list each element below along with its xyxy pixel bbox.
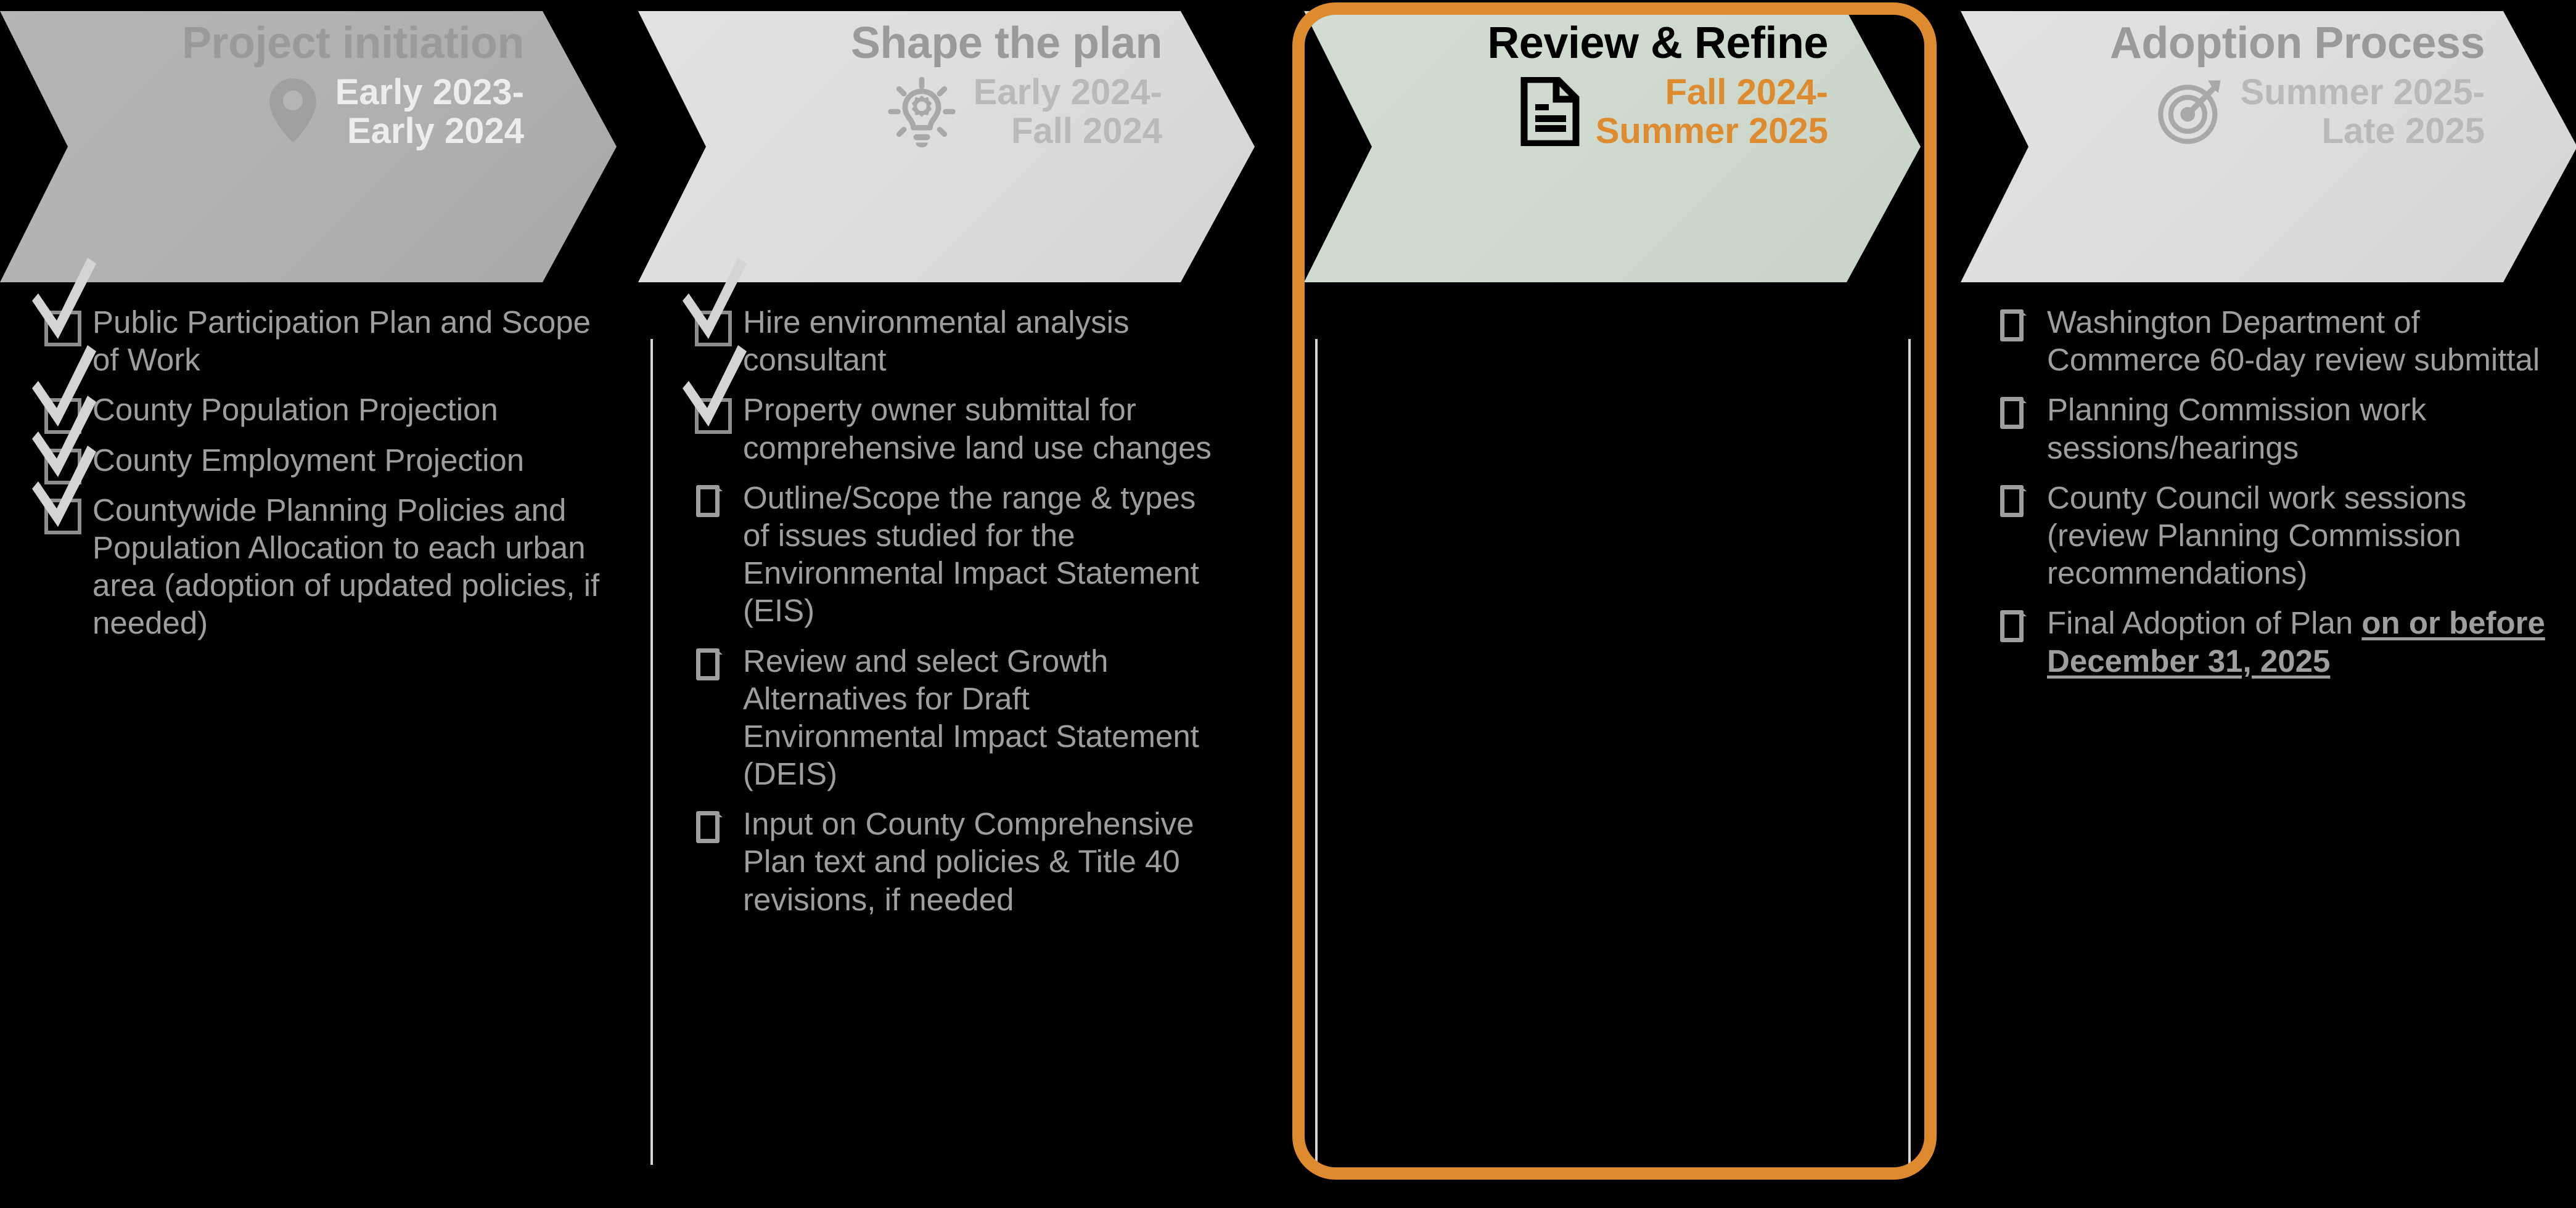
checklist-item[interactable]: Outline/Scope the range & types of issue… [687, 478, 1218, 630]
phase-banner-review-and-refine[interactable]: Review & Refine Fall 2024- Summer 2025 [1304, 11, 1921, 282]
checked-checkbox-icon [683, 345, 747, 435]
checklist: Hire environmental analysis consultant Pr… [683, 258, 1218, 929]
checkmark-icon [32, 445, 96, 527]
checked-checkbox-icon [683, 258, 747, 346]
checklist: Washington Department of Commerce 60-day… [1991, 302, 2559, 691]
column-divider [650, 339, 653, 1165]
phase-title: Review & Refine [1487, 18, 1828, 68]
checklist-item[interactable]: Input on County Comprehensive Plan text … [687, 804, 1218, 918]
phase-banner-project-initiation[interactable]: Project initiation Early 2023- Early 202… [0, 11, 617, 282]
phase-banner-shape-the-plan[interactable]: Shape the plan Early 2024- Fall 2024 [638, 11, 1255, 282]
unchecked-checkbox-icon [1991, 603, 2040, 643]
phase-title: Project initiation [181, 18, 525, 68]
checklist-item-label: Review and select Growth Alternatives fo… [743, 643, 1199, 792]
checklist-item-label: County Population Projection [92, 392, 498, 428]
phase-dates: Early 2024- Fall 2024 [973, 72, 1162, 152]
unchecked-checkbox-icon [687, 804, 736, 844]
checkmark-icon [683, 258, 747, 339]
checklist-item[interactable]: Final Adoption of Plan on or before Dece… [1991, 603, 2559, 679]
unchecked-checkbox-icon [1991, 302, 2040, 341]
timeline-infographic: Project initiation Early 2023- Early 202… [0, 0, 2576, 1208]
checklist-item[interactable]: County Council work sessions (review Pla… [1991, 478, 2559, 592]
checklist-item[interactable]: Public Participation Plan and Scope of W… [32, 258, 609, 378]
checklist-item-label: Public Participation Plan and Scope of W… [92, 304, 591, 378]
checklist-item[interactable]: Washington Department of Commerce 60-day… [1991, 302, 2559, 378]
phase-column-project-initiation: Public Participation Plan and Scope of W… [0, 258, 617, 1183]
phase-dates: Early 2023- Early 2024 [335, 72, 524, 152]
checklist-item-label: County Employment Projection [92, 442, 525, 478]
checklist-item[interactable]: Planning Commission work sessions/hearin… [1991, 390, 2559, 466]
checklist-item[interactable]: Property owner submittal for comprehensi… [683, 345, 1218, 466]
checklist-item-label: Washington Department of Commerce 60-day… [2047, 304, 2540, 378]
checkmark-icon [32, 258, 96, 339]
checklist-item[interactable]: Review and select Growth Alternatives fo… [687, 641, 1218, 793]
phase-column-adoption-process: Washington Department of Commerce 60-day… [1961, 302, 2576, 1183]
column-divider [1908, 339, 1911, 1165]
checklist-item-label: Property owner submittal for comprehensi… [743, 392, 1212, 465]
phase-banner-adoption-process[interactable]: Adoption Process Summer 2025- Late 2025 [1961, 11, 2576, 282]
phase-dates: Fall 2024- Summer 2025 [1595, 72, 1828, 152]
unchecked-checkbox-icon [687, 478, 736, 517]
checklist-item[interactable]: County Population Projection [32, 345, 609, 435]
checklist-item-label: County Council work sessions (review Pla… [2047, 480, 2467, 591]
checklist-item-label: Countywide Planning Policies and Populat… [92, 492, 600, 641]
checklist-item[interactable]: County Employment Projection [32, 395, 609, 484]
column-divider [1315, 339, 1318, 1165]
lightbulb-gear-icon [886, 76, 958, 152]
checklist-item-label: Outline/Scope the range & types of issue… [743, 480, 1199, 629]
checklist: Public Participation Plan and Scope of W… [32, 258, 609, 653]
phase-column-shape-the-plan: Hire environmental analysis consultant Pr… [638, 258, 1255, 1183]
checklist-item[interactable]: Countywide Planning Policies and Populat… [32, 445, 609, 642]
unchecked-checkbox-icon [687, 641, 736, 680]
unchecked-checkbox-icon [1991, 390, 2040, 430]
checkmark-icon [683, 345, 747, 427]
checklist-item-label: Hire environmental analysis consultant [743, 304, 1130, 378]
checklist-item-label: Input on County Comprehensive Plan text … [743, 806, 1194, 917]
phase-dates: Summer 2025- Late 2025 [2240, 72, 2485, 152]
phase-column-review-and-refine [1304, 302, 1921, 1183]
document-icon [1520, 76, 1580, 149]
checklist-item-label: Final Adoption of Plan on or before Dece… [2047, 605, 2545, 679]
checklist-item-label: Planning Commission work sessions/hearin… [2047, 392, 2427, 465]
checked-checkbox-icon [32, 258, 96, 346]
checklist-item[interactable]: Hire environmental analysis consultant [683, 258, 1218, 378]
target-arrow-icon [2156, 77, 2224, 148]
unchecked-checkbox-icon [1991, 478, 2040, 517]
phase-title: Shape the plan [850, 18, 1163, 68]
emphasized-deadline: on or before December 31, 2025 [2047, 605, 2545, 679]
location-pin-icon [266, 77, 319, 147]
checked-checkbox-icon [32, 445, 96, 534]
phase-title: Adoption Process [2109, 18, 2485, 68]
